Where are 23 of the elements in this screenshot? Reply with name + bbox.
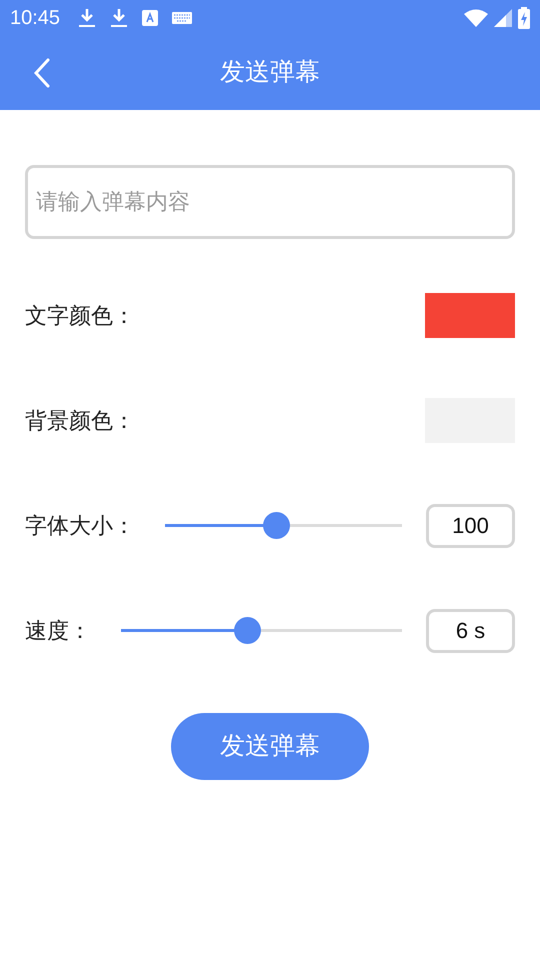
slider-thumb[interactable] <box>234 617 262 644</box>
download-icon <box>110 8 128 28</box>
wifi-icon <box>464 9 488 27</box>
back-icon[interactable] <box>34 58 50 88</box>
setting-label: 背景颜色： <box>25 407 135 435</box>
setting-label: 字体大小： <box>25 512 135 540</box>
color-swatch[interactable] <box>425 293 515 338</box>
value-display: 100 <box>426 504 515 548</box>
slider[interactable] <box>165 512 402 539</box>
battery-icon <box>518 7 530 29</box>
slider-thumb[interactable] <box>263 512 290 539</box>
value-display: 6 s <box>426 608 515 652</box>
danmaku-input[interactable]: 请输入弹幕内容 <box>25 165 515 239</box>
page-title: 发送弹幕 <box>220 57 320 88</box>
keyboard-indicator-icon <box>142 10 158 26</box>
slider[interactable] <box>121 617 402 644</box>
setting-label: 速度： <box>25 617 91 645</box>
status-time: 10:45 <box>10 6 60 31</box>
signal-icon <box>494 9 512 27</box>
download-icon <box>78 8 96 28</box>
send-button[interactable]: 发送弹幕 <box>171 713 369 780</box>
setting-label: 文字颜色： <box>25 302 135 330</box>
keyboard-icon <box>172 12 192 24</box>
